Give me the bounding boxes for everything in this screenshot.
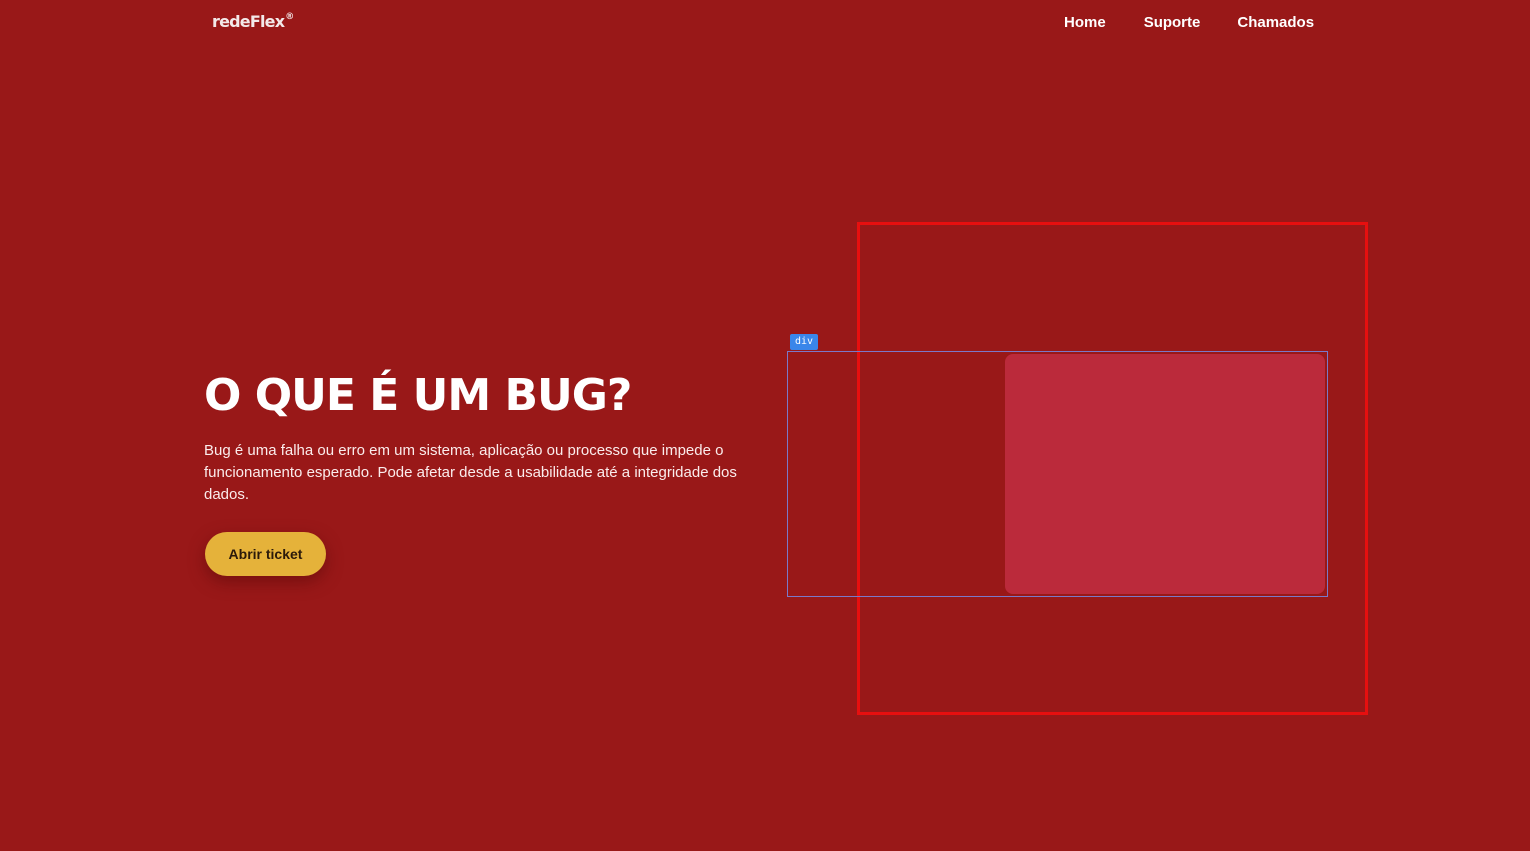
hero-title: O QUE É UM BUG? bbox=[204, 370, 632, 421]
main-nav: Home Suporte Chamados bbox=[1064, 14, 1314, 31]
logo-text: redeFlex bbox=[212, 12, 285, 31]
hero-description: Bug é uma falha ou erro em um sistema, a… bbox=[204, 442, 737, 503]
inspector-tag-label: div bbox=[790, 334, 819, 350]
logo[interactable]: redeFlex® bbox=[212, 12, 294, 31]
logo-registered-mark: ® bbox=[285, 12, 294, 22]
nav-link-chamados[interactable]: Chamados bbox=[1237, 14, 1314, 31]
nav-link-home[interactable]: Home bbox=[1064, 14, 1106, 31]
site-header: redeFlex® Home Suporte Chamados bbox=[0, 0, 1530, 48]
hero-image-card bbox=[1005, 354, 1325, 594]
nav-link-suporte[interactable]: Suporte bbox=[1144, 14, 1201, 31]
open-ticket-button[interactable]: Abrir ticket bbox=[205, 532, 326, 576]
